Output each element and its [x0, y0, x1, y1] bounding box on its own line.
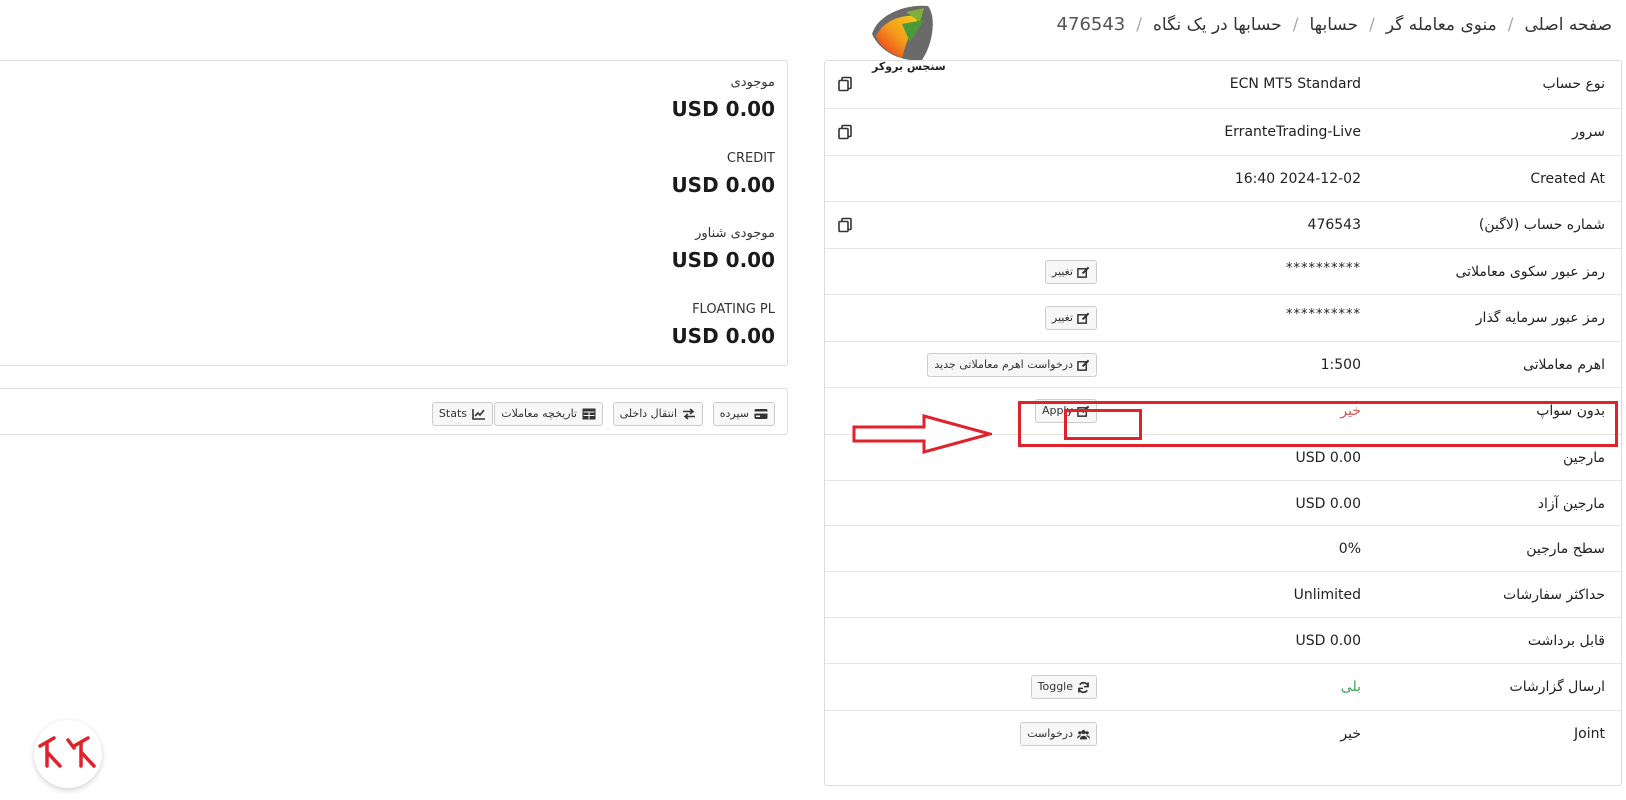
account-row: رمز عبور سکوی معاملاتی ********** تغییر — [825, 248, 1621, 294]
floating-pl-label: FLOATING PL — [692, 302, 775, 317]
account-row: سطح مارجین 0% — [825, 525, 1621, 571]
account-row-action-button[interactable]: درخواست اهرم معاملاتی جدید — [927, 353, 1097, 377]
account-row-value: ErranteTrading-Live — [1224, 124, 1361, 140]
users-icon — [1077, 729, 1090, 739]
account-row-label: مارجین آزاد — [1537, 496, 1605, 512]
breadcrumb-home[interactable]: صفحه اصلی — [1525, 15, 1612, 35]
account-row-value: 0% — [1338, 541, 1361, 557]
account-row-label: حداکثر سفارشات — [1503, 587, 1605, 603]
line-chart-icon — [472, 409, 485, 420]
balance-label: موجودی — [730, 75, 775, 90]
credit-label: CREDIT — [726, 151, 775, 166]
deposit-button-label: سپرده — [719, 407, 749, 420]
account-row-action-button[interactable]: تغییر — [1044, 306, 1097, 330]
account-row-value: بلی — [1340, 679, 1361, 695]
deposit-button[interactable]: سپرده — [712, 402, 775, 426]
breadcrumb-account-id: 476543 — [1056, 14, 1126, 35]
copy-icon[interactable] — [837, 76, 853, 92]
breadcrumb-separator: / — [1292, 14, 1299, 35]
copy-icon[interactable] — [837, 124, 853, 140]
account-row: رمز عبور سرمایه گذار ********** تغییر — [825, 294, 1621, 341]
support-widget-button[interactable] — [34, 720, 102, 788]
account-row-label: Created At — [1530, 171, 1605, 187]
breadcrumb-separator: / — [1369, 14, 1375, 35]
account-row-action-button[interactable]: درخواست — [1020, 722, 1097, 746]
equity-value: USD 0.00 — [671, 248, 775, 272]
refresh-icon — [1078, 681, 1089, 693]
account-row: ارسال گزارشات بلی Toggle — [825, 663, 1621, 710]
account-row-value: ECN MT5 Standard — [1229, 76, 1361, 92]
account-row: نوع حساب ECN MT5 Standard — [825, 61, 1621, 108]
edit-icon — [1077, 359, 1090, 371]
breadcrumb: صفحه اصلی / منوی معامله گر / حسابها / حس… — [1057, 14, 1612, 35]
exchange-icon — [683, 408, 695, 420]
breadcrumb-trader-menu[interactable]: منوی معامله گر — [1386, 15, 1497, 35]
internal-transfer-label: انتقال داخلی — [619, 407, 677, 420]
account-row-action-label: Toggle — [1037, 680, 1073, 693]
account-row-value: USD 0.00 — [1295, 496, 1361, 512]
rr-logo-icon — [38, 736, 96, 768]
edit-icon — [1077, 312, 1090, 324]
account-row-value: خیر — [1340, 726, 1361, 742]
account-row-value: Unlimited — [1293, 587, 1361, 603]
account-row: شماره حساب (لاگین) 476543 — [825, 201, 1621, 248]
account-row-action-label: تغییر — [1051, 265, 1073, 278]
account-row: اهرم معاملاتی 1:500 درخواست اهرم معاملاتی … — [825, 341, 1621, 387]
stats-button[interactable]: Stats — [431, 402, 493, 426]
arrow-right-icon — [852, 414, 992, 454]
account-row-label: نوع حساب — [1542, 76, 1605, 92]
account-row: حداکثر سفارشات Unlimited — [825, 571, 1621, 617]
account-row-action-button[interactable]: تغییر — [1044, 260, 1097, 284]
account-row-action-button[interactable]: Toggle — [1030, 675, 1097, 699]
account-row-action-label: تغییر — [1051, 311, 1073, 324]
account-row-label: ارسال گزارشات — [1509, 679, 1605, 695]
balance-value: USD 0.00 — [671, 97, 775, 121]
credit-value: USD 0.00 — [671, 173, 775, 197]
credit-card-icon — [754, 409, 768, 419]
trade-history-button[interactable]: تاریخچه معاملات — [494, 402, 603, 426]
breadcrumb-accounts-overview[interactable]: حسابها در یک نگاه — [1153, 15, 1282, 35]
balance-card: موجودی USD 0.00 CREDIT USD 0.00 موجودی ش… — [0, 60, 788, 366]
table-icon — [582, 408, 596, 420]
copy-icon[interactable] — [837, 217, 853, 233]
account-row-label: سرور — [1572, 124, 1605, 140]
account-row-value: ********** — [1286, 307, 1361, 322]
edit-icon — [1077, 266, 1090, 278]
account-row-action-label: درخواست — [1027, 727, 1073, 740]
account-actions-bar: سپرده انتقال داخلی تاریخچه معاملات Stats — [0, 388, 788, 435]
equity-label: موجودی شناور — [695, 226, 775, 241]
breadcrumb-separator: / — [1136, 14, 1142, 35]
account-row-value: 16:40 2024-12-02 — [1234, 171, 1361, 187]
account-row-label: قابل برداشت — [1527, 633, 1605, 649]
account-row: Joint خیر درخواست — [825, 710, 1621, 756]
account-row-label: شماره حساب (لاگین) — [1478, 217, 1605, 233]
account-row-action-label: درخواست اهرم معاملاتی جدید — [934, 358, 1073, 371]
breadcrumb-accounts[interactable]: حسابها — [1309, 15, 1358, 35]
account-row: قابل برداشت USD 0.00 — [825, 617, 1621, 663]
account-row-label: رمز عبور سکوی معاملاتی — [1455, 264, 1606, 280]
account-row-label: سطح مارجین — [1526, 541, 1605, 557]
account-row: Created At 16:40 2024-12-02 — [825, 155, 1621, 201]
stats-label: Stats — [438, 407, 467, 420]
account-row: سرور ErranteTrading-Live — [825, 108, 1621, 155]
account-row-label: رمز عبور سرمایه گذار — [1475, 310, 1605, 326]
account-row-value: 1:500 — [1320, 357, 1361, 373]
internal-transfer-button[interactable]: انتقال داخلی — [612, 402, 703, 426]
highlight-apply-button — [1064, 409, 1142, 440]
account-row: مارجین آزاد USD 0.00 — [825, 480, 1621, 525]
account-row-value: ********** — [1286, 261, 1361, 276]
trade-history-label: تاریخچه معاملات — [501, 407, 577, 420]
account-row-value: USD 0.00 — [1295, 633, 1361, 649]
account-row-label: Joint — [1574, 726, 1605, 742]
breadcrumb-separator: / — [1507, 14, 1514, 35]
floating-pl-value: USD 0.00 — [671, 324, 775, 348]
account-row-label: اهرم معاملاتی — [1522, 357, 1605, 373]
account-row-value: 476543 — [1307, 217, 1361, 233]
